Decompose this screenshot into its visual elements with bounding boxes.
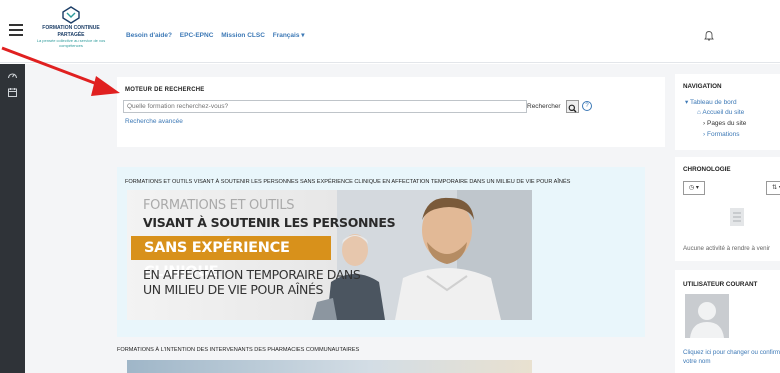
empty-list-icon: [730, 208, 744, 226]
main-content: MOTEUR DE RECHERCHE Rechercher ? Recherc…: [25, 64, 780, 373]
timeline-empty-message: Aucune activité à rendre à venir: [683, 245, 771, 252]
dashboard-gauge-icon[interactable]: [7, 70, 18, 81]
nav-dashboard-label: Tableau de bord: [689, 99, 737, 106]
course-category-card: FORMATIONS ET OUTILS VISANT À SOUTENIR L…: [117, 167, 645, 337]
timeline-filter-dropdown[interactable]: ◷ ▾: [683, 181, 705, 195]
nav-pages-item[interactable]: › Pages du site: [703, 120, 746, 127]
course-category-title[interactable]: FORMATIONS ET OUTILS VISANT À SOUTENIR L…: [125, 179, 570, 185]
navigation-title: NAVIGATION: [683, 83, 722, 90]
banner-line-3: SANS EXPÉRIENCE CLINIQUE: [131, 236, 331, 280]
banner-line-1: FORMATIONS ET OUTILS: [143, 198, 295, 213]
bell-icon[interactable]: [703, 30, 715, 42]
nav-formations-link[interactable]: › Formations: [703, 131, 740, 138]
search-block: MOTEUR DE RECHERCHE Rechercher ? Recherc…: [117, 77, 665, 147]
search-title: MOTEUR DE RECHERCHE: [125, 87, 205, 93]
current-user-block: UTILISATEUR COURANT Cliquez ici pour cha…: [675, 270, 780, 373]
nav-home-link[interactable]: ⌂ Accueil du site: [697, 109, 744, 116]
avatar[interactable]: [685, 294, 729, 338]
top-nav-links: Besoin d'aide? EPC-EPNC Mission CLSC Fra…: [126, 31, 311, 39]
timeline-title: CHRONOLOGIE: [683, 166, 731, 173]
advanced-search-link[interactable]: Recherche avancée: [125, 118, 183, 125]
timeline-block: CHRONOLOGIE ◷ ▾ ⇅ ▾ Aucune activité à re…: [675, 157, 780, 261]
top-navbar: FORMATION CONTINUE PARTAGÉE La pensée co…: [0, 0, 780, 63]
banner-line-4b: UN MILIEU DE VIE POUR AÎNÉS: [143, 282, 324, 297]
nav-pages-label: Pages du site: [706, 120, 747, 127]
nav-home-label: Accueil du site: [702, 109, 745, 116]
course-banner-image[interactable]: FORMATIONS ET OUTILS VISANT À SOUTENIR L…: [127, 190, 532, 320]
search-input[interactable]: [123, 100, 527, 113]
navigation-block: NAVIGATION ▾ Tableau de bord ⌂ Accueil d…: [675, 74, 780, 150]
search-button[interactable]: [566, 100, 579, 113]
banner-line-2: VISANT À SOUTENIR LES PERSONNES: [143, 215, 396, 230]
nav-dashboard-link[interactable]: ▾ Tableau de bord: [685, 98, 737, 106]
nav-help-link[interactable]: Besoin d'aide?: [126, 32, 172, 39]
site-logo[interactable]: FORMATION CONTINUE PARTAGÉE La pensée co…: [28, 6, 114, 60]
user-silhouette-icon: [690, 302, 724, 338]
change-name-link[interactable]: Cliquez ici pour changer ou confirmer vo…: [683, 348, 780, 366]
nav-epc-link[interactable]: EPC-EPNC: [180, 32, 214, 39]
course-banner-image-2[interactable]: [127, 360, 532, 373]
logo-title-1: FORMATION CONTINUE: [42, 25, 100, 31]
timeline-sort-dropdown[interactable]: ⇅ ▾: [766, 181, 780, 195]
current-user-title: UTILISATEUR COURANT: [683, 281, 758, 288]
banner-line-4a: EN AFFECTATION TEMPORAIRE DANS: [143, 267, 361, 282]
logo-mark-icon: [62, 6, 80, 24]
nav-formations-label: Formations: [706, 131, 740, 138]
menu-toggle-icon[interactable]: [9, 24, 23, 36]
nav-clsc-link[interactable]: Mission CLSC: [221, 32, 265, 39]
course-category-title-2[interactable]: FORMATIONS À L'INTENTION DES INTERVENANT…: [117, 347, 359, 353]
banner-line-4: EN AFFECTATION TEMPORAIRE DANS UN MILIEU…: [143, 267, 361, 297]
left-rail: [0, 64, 25, 373]
calendar-icon[interactable]: [7, 87, 18, 98]
logo-tagline: La pensée collective au service de vos c…: [36, 38, 106, 48]
language-select[interactable]: Français ▾: [273, 32, 305, 39]
search-icon: [568, 104, 577, 113]
help-icon[interactable]: ?: [582, 101, 592, 111]
search-label: Rechercher: [527, 103, 561, 110]
